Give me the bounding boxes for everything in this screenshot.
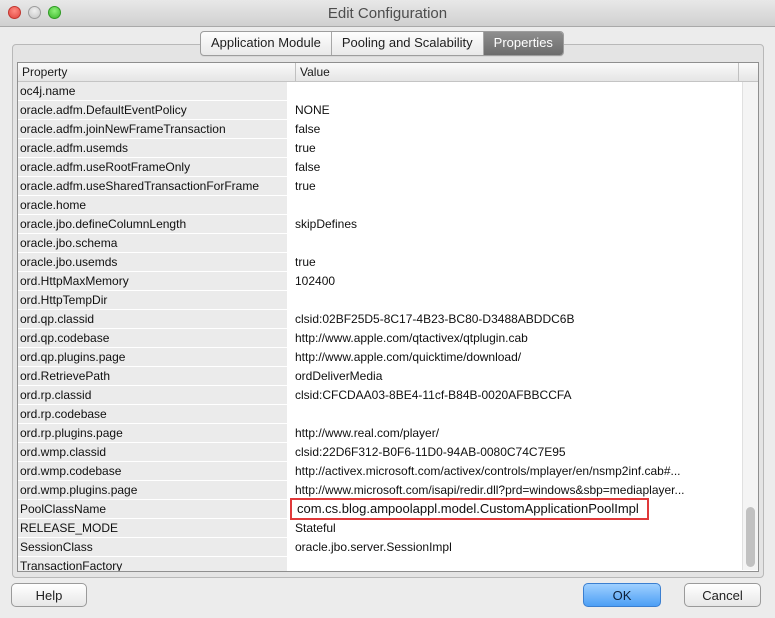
table-row[interactable]: TransactionFactory — [18, 557, 742, 571]
table-row[interactable]: ord.RetrievePath ordDeliverMedia — [18, 367, 742, 386]
property-value-cell[interactable]: true — [288, 177, 742, 196]
property-name-cell: oracle.jbo.defineColumnLength — [18, 215, 288, 234]
properties-table: Property Value oc4j.name oracle.adfm.Defa… — [17, 62, 759, 572]
property-name-cell: RELEASE_MODE — [18, 519, 288, 538]
property-value-cell[interactable]: false — [288, 158, 742, 177]
property-name-cell: PoolClassName — [18, 500, 288, 519]
table-row[interactable]: oracle.adfm.joinNewFrameTransaction false — [18, 120, 742, 139]
property-name-cell: ord.rp.codebase — [18, 405, 288, 424]
table-row[interactable]: ord.HttpTempDir — [18, 291, 742, 310]
table-row[interactable]: ord.qp.classid clsid:02BF25D5-8C17-4B23-B… — [18, 310, 742, 329]
property-name-cell: oracle.adfm.useRootFrameOnly — [18, 158, 288, 177]
help-button[interactable]: Help — [11, 583, 87, 607]
table-row[interactable]: oracle.adfm.useSharedTransactionForFrame… — [18, 177, 742, 196]
property-value-cell[interactable]: skipDefines — [288, 215, 742, 234]
table-row[interactable]: oracle.home — [18, 196, 742, 215]
table-row[interactable]: ord.HttpMaxMemory 102400 — [18, 272, 742, 291]
property-name-cell: oracle.jbo.usemds — [18, 253, 288, 272]
table-row[interactable]: oracle.jbo.usemds true — [18, 253, 742, 272]
table-row[interactable]: ord.wmp.classid clsid:22D6F312-B0F6-11D0-… — [18, 443, 742, 462]
table-row[interactable]: ord.rp.plugins.page http://www.real.com/p… — [18, 424, 742, 443]
cancel-button[interactable]: Cancel — [684, 583, 761, 607]
table-row[interactable]: oracle.jbo.schema — [18, 234, 742, 253]
table-row[interactable]: RELEASE_MODE Stateful — [18, 519, 742, 538]
property-value-cell[interactable] — [288, 196, 742, 215]
property-value-cell[interactable]: clsid:02BF25D5-8C17-4B23-BC80-D3488ABDDC… — [288, 310, 742, 329]
edit-configuration-dialog: Edit Configuration Application Module Po… — [0, 0, 775, 618]
table-row[interactable]: oracle.adfm.usemds true — [18, 139, 742, 158]
property-value-cell[interactable]: http://www.real.com/player/ — [288, 424, 742, 443]
column-header-property[interactable]: Property — [22, 65, 67, 79]
property-name-cell: oracle.adfm.usemds — [18, 139, 288, 158]
scrollbar-thumb[interactable] — [746, 507, 755, 567]
property-name-cell: oracle.home — [18, 196, 288, 215]
table-row[interactable]: ord.qp.plugins.page http://www.apple.com/… — [18, 348, 742, 367]
table-row[interactable]: ord.qp.codebase http://www.apple.com/qtac… — [18, 329, 742, 348]
property-value-cell[interactable]: Stateful — [288, 519, 742, 538]
property-value-cell[interactable]: true — [288, 139, 742, 158]
property-value-cell[interactable]: false — [288, 120, 742, 139]
property-value-cell[interactable]: 102400 — [288, 272, 742, 291]
property-name-cell: TransactionFactory — [18, 557, 288, 571]
property-value-cell[interactable]: NONE — [288, 101, 742, 120]
table-row[interactable]: oc4j.name — [18, 82, 742, 101]
property-name-cell: ord.wmp.codebase — [18, 462, 288, 481]
property-value-cell[interactable]: clsid:CFCDAA03-8BE4-11cf-B84B-0020AFBBCC… — [288, 386, 742, 405]
property-value-cell[interactable]: clsid:22D6F312-B0F6-11D0-94AB-0080C74C7E… — [288, 443, 742, 462]
title-bar: Edit Configuration — [0, 0, 775, 27]
property-name-cell: ord.rp.plugins.page — [18, 424, 288, 443]
property-name-cell: oracle.adfm.joinNewFrameTransaction — [18, 120, 288, 139]
property-name-cell: ord.qp.codebase — [18, 329, 288, 348]
table-row[interactable]: ord.rp.classid clsid:CFCDAA03-8BE4-11cf-B… — [18, 386, 742, 405]
property-name-cell: ord.HttpTempDir — [18, 291, 288, 310]
table-row[interactable]: ord.rp.codebase — [18, 405, 742, 424]
property-name-cell: oracle.jbo.schema — [18, 234, 288, 253]
tab-bar: Application Module Pooling and Scalabili… — [200, 31, 564, 56]
property-value-cell[interactable] — [288, 405, 742, 424]
table-row[interactable]: SessionClass oracle.jbo.server.SessionImp… — [18, 538, 742, 557]
property-value-cell[interactable]: http://www.apple.com/qtactivex/qtplugin.… — [288, 329, 742, 348]
property-name-cell: oracle.adfm.useSharedTransactionForFrame — [18, 177, 288, 196]
property-name-cell: ord.qp.classid — [18, 310, 288, 329]
table-row[interactable]: ord.wmp.codebase http://activex.microsoft… — [18, 462, 742, 481]
property-value-cell[interactable]: oracle.jbo.server.SessionImpl — [288, 538, 742, 557]
table-row[interactable]: oracle.adfm.useRootFrameOnly false — [18, 158, 742, 177]
property-name-cell: oracle.adfm.DefaultEventPolicy — [18, 101, 288, 120]
property-name-cell: ord.HttpMaxMemory — [18, 272, 288, 291]
table-row[interactable]: oracle.adfm.DefaultEventPolicy NONE — [18, 101, 742, 120]
column-divider — [738, 63, 739, 81]
property-name-cell: ord.RetrievePath — [18, 367, 288, 386]
table-header: Property Value — [18, 63, 758, 82]
property-name-cell: ord.wmp.plugins.page — [18, 481, 288, 500]
property-value-cell[interactable] — [288, 234, 742, 253]
tab-application-module[interactable]: Application Module — [201, 32, 332, 55]
pool-class-name-value-editor[interactable]: com.cs.blog.ampoolappl.model.CustomAppli… — [290, 498, 649, 520]
ok-button[interactable]: OK — [583, 583, 661, 607]
table-row[interactable]: oracle.jbo.defineColumnLength skipDefines — [18, 215, 742, 234]
property-value-cell[interactable] — [288, 291, 742, 310]
property-name-cell: ord.rp.classid — [18, 386, 288, 405]
property-value-cell[interactable] — [288, 82, 742, 101]
property-name-cell: ord.wmp.classid — [18, 443, 288, 462]
property-value-cell[interactable]: http://www.apple.com/quicktime/download/ — [288, 348, 742, 367]
tab-pooling-and-scalability[interactable]: Pooling and Scalability — [332, 32, 484, 55]
vertical-scrollbar[interactable] — [742, 82, 758, 570]
property-name-cell: ord.qp.plugins.page — [18, 348, 288, 367]
property-value-cell[interactable] — [288, 557, 742, 571]
property-name-cell: oc4j.name — [18, 82, 288, 101]
column-header-value[interactable]: Value — [295, 63, 330, 81]
property-value-cell[interactable]: ordDeliverMedia — [288, 367, 742, 386]
window-title: Edit Configuration — [327, 5, 448, 22]
tab-properties[interactable]: Properties — [483, 32, 563, 55]
property-name-cell: SessionClass — [18, 538, 288, 557]
property-value-cell[interactable]: true — [288, 253, 742, 272]
property-value-cell[interactable]: http://activex.microsoft.com/activex/con… — [288, 462, 742, 481]
